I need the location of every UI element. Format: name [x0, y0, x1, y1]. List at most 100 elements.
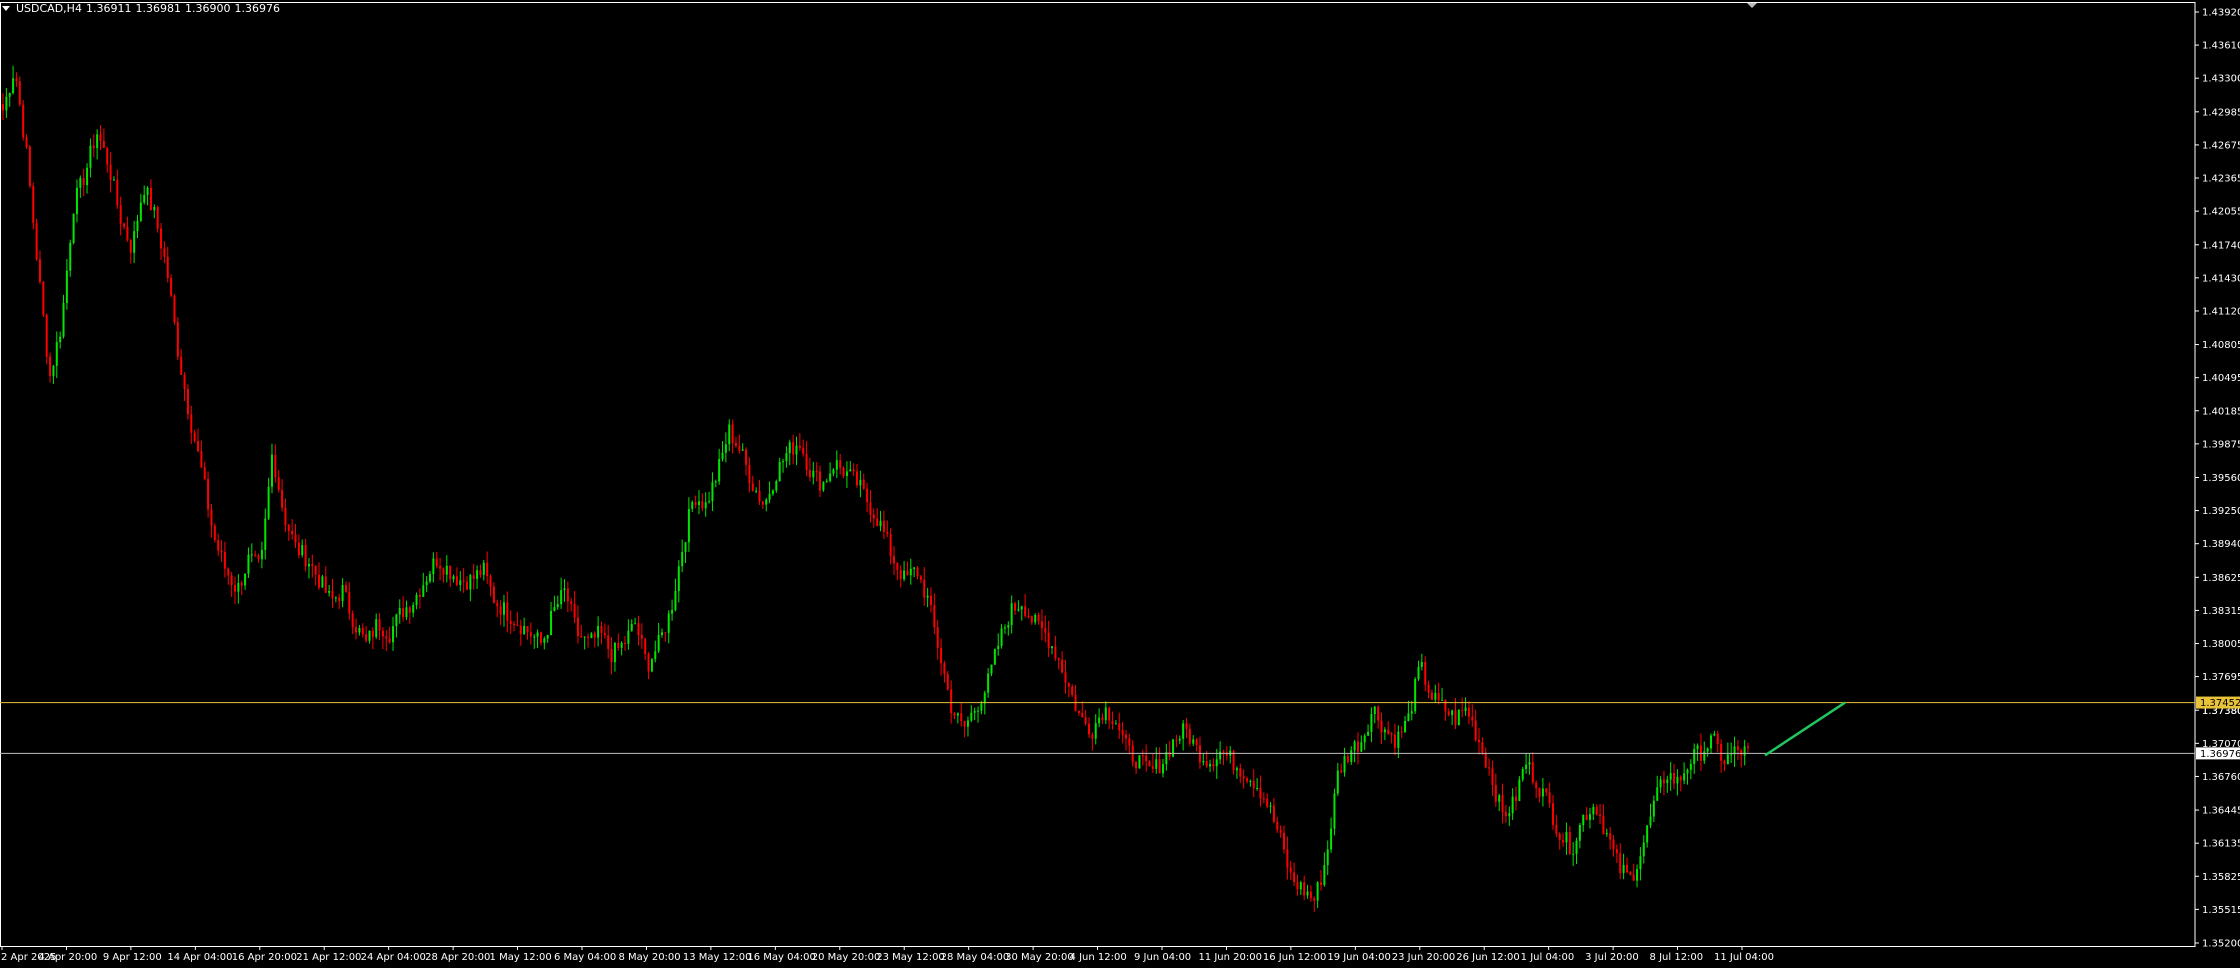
- candle-body: [792, 442, 795, 455]
- candle-body: [398, 608, 401, 615]
- candle-body: [960, 713, 963, 721]
- candle-body: [1353, 741, 1356, 751]
- candle-body: [1578, 824, 1581, 841]
- candle-body: [983, 692, 986, 704]
- candle-body: [1558, 833, 1561, 840]
- candle-body: [361, 627, 364, 635]
- candle-body: [331, 590, 334, 599]
- high-price: 1.36981: [135, 2, 181, 15]
- candle-body: [55, 342, 58, 366]
- candle-body: [856, 471, 859, 486]
- bid-price-label: 1.36976: [2200, 749, 2240, 760]
- candle-body: [1481, 742, 1484, 753]
- candle-body: [1488, 767, 1491, 769]
- candle-body: [217, 540, 220, 551]
- candle-body: [802, 447, 805, 454]
- candle-body: [244, 573, 247, 586]
- candle-body: [385, 636, 388, 639]
- candle-body: [748, 464, 751, 484]
- candle-body: [126, 226, 129, 241]
- candle-body: [869, 502, 872, 515]
- price-axis-label: 1.42985: [2202, 107, 2240, 118]
- dropdown-triangle-icon[interactable]: [2, 6, 10, 11]
- candle-body: [886, 531, 889, 534]
- time-axis-label: 13 May 12:00: [683, 952, 752, 963]
- candle-body: [550, 610, 553, 636]
- candle-body: [180, 356, 183, 375]
- candle-body: [89, 145, 92, 168]
- candle-body: [587, 636, 590, 639]
- candle-body: [1478, 739, 1481, 743]
- candle-body: [1636, 869, 1639, 881]
- candle-body: [687, 508, 690, 543]
- candle-body: [768, 493, 771, 500]
- candle-body: [953, 713, 956, 716]
- candle-body: [852, 469, 855, 472]
- candle-body: [906, 570, 909, 576]
- price-axis-label: 1.39250: [2202, 506, 2240, 517]
- candle-body: [462, 580, 465, 582]
- candle-body: [755, 490, 758, 492]
- candle-body: [1256, 787, 1259, 789]
- price-axis-label: 1.41430: [2202, 273, 2240, 284]
- candle-body: [358, 627, 361, 633]
- candle-body: [603, 632, 606, 636]
- candle-body: [1040, 621, 1043, 629]
- candle-body: [227, 568, 230, 576]
- candle-body: [1508, 813, 1511, 817]
- candle-body: [573, 603, 576, 618]
- candle-body: [250, 554, 253, 556]
- candle-body: [482, 562, 485, 575]
- candle-body: [1266, 798, 1269, 807]
- chart-window[interactable]: 1.43920 1.43610 1.43300 1.42985 1.42675 1.423…: [0, 0, 2240, 968]
- candle-body: [909, 568, 912, 576]
- candle-body: [496, 603, 499, 607]
- candle-body: [963, 720, 966, 727]
- time-axis-label: 8 Jul 12:00: [1650, 952, 1704, 963]
- candle-body: [970, 712, 973, 721]
- candle-body: [1340, 770, 1343, 773]
- candle-body: [825, 480, 828, 483]
- candle-body: [291, 530, 294, 535]
- candle-body: [1363, 735, 1366, 743]
- candle-body: [919, 576, 922, 580]
- candle-body: [1141, 755, 1144, 757]
- candle-body: [274, 454, 277, 478]
- candle-body: [1094, 723, 1097, 739]
- candle-body: [1585, 814, 1588, 820]
- candle-body: [1397, 731, 1400, 748]
- candle-body: [1104, 707, 1107, 721]
- trend-line[interactable]: [1764, 701, 1846, 757]
- candle-body: [997, 645, 1000, 650]
- candle-body: [1151, 766, 1154, 769]
- chart-canvas[interactable]: 1.43920 1.43610 1.43300 1.42985 1.42675 1.423…: [0, 0, 2240, 968]
- candle-body: [805, 453, 808, 470]
- candle-body: [429, 574, 432, 582]
- candle-body: [123, 223, 126, 227]
- candle-body: [1067, 682, 1070, 687]
- candle-body: [5, 96, 8, 111]
- candle-body: [1652, 800, 1655, 817]
- candle-body: [684, 542, 687, 553]
- candle-body: [1747, 746, 1749, 749]
- candle-body: [1350, 750, 1353, 762]
- candle-body: [681, 552, 684, 567]
- candle-body: [671, 610, 674, 614]
- candle-body: [1471, 716, 1474, 721]
- candle-body: [1306, 891, 1309, 896]
- candle-body: [1521, 768, 1524, 780]
- candle-body: [223, 551, 226, 569]
- candle-body: [660, 632, 663, 635]
- candle-body: [728, 424, 731, 445]
- candle-body: [1642, 842, 1645, 857]
- candle-body: [546, 635, 549, 639]
- time-axis-label: 23 May 12:00: [876, 952, 945, 963]
- candle-body: [849, 469, 852, 472]
- candle-body: [721, 452, 724, 459]
- candle-body: [1283, 832, 1286, 850]
- candle-body: [1582, 814, 1585, 825]
- time-axis-label: 16 Apr 20:00: [232, 952, 297, 963]
- candle-body: [32, 186, 35, 224]
- candle-body: [1316, 882, 1319, 901]
- chart-shift-marker-icon[interactable]: [1747, 3, 1757, 8]
